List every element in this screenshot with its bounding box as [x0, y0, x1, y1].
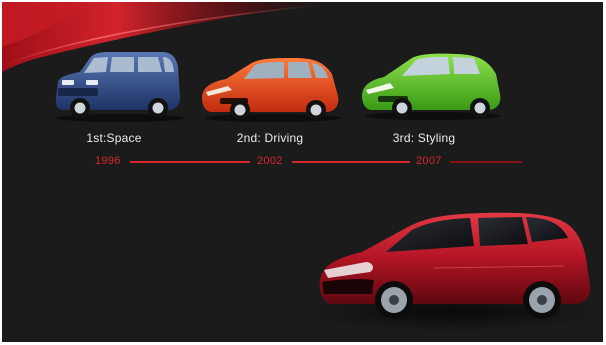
year-1996-label: 1996	[95, 155, 121, 167]
timeline-line	[2, 161, 522, 163]
car-2002-icon	[202, 58, 341, 122]
year-2007-label: 2007	[416, 155, 442, 167]
car-2007-icon	[362, 53, 501, 120]
slide: 1st:Space 2nd: Driving 3rd: Styling 1996…	[2, 2, 603, 342]
car-1996-icon	[55, 52, 184, 122]
year-2002-label: 2002	[257, 155, 283, 167]
car-current-hero-icon	[319, 212, 591, 319]
generation-1-caption: 1st:Space	[86, 131, 142, 145]
generation-2-caption: 2nd: Driving	[236, 131, 304, 145]
generation-3-caption: 3rd: Styling	[392, 131, 456, 145]
